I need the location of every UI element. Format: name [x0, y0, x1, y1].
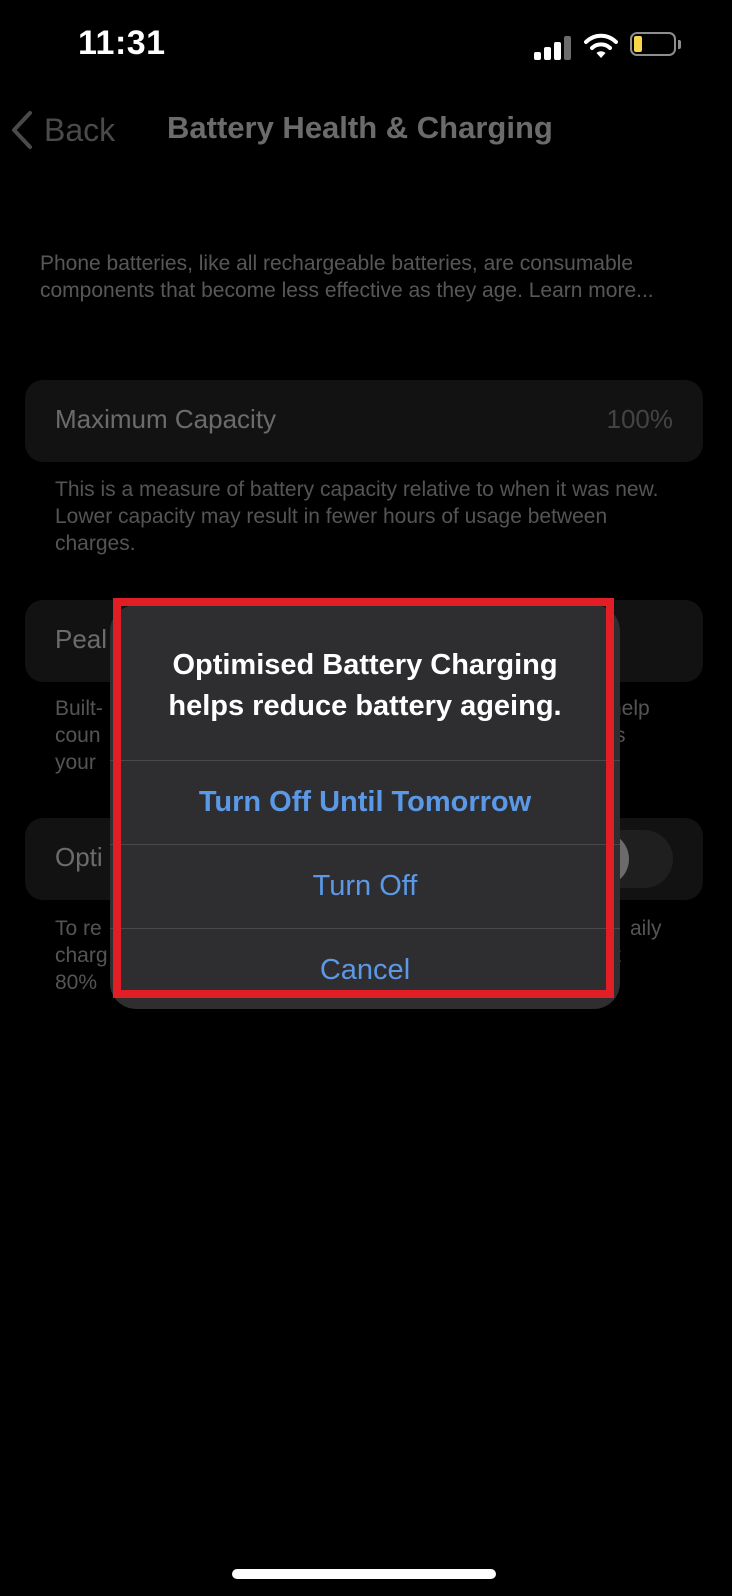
alert-title: Optimised Battery Charging helps reduce …	[168, 649, 562, 722]
back-button[interactable]: Back	[10, 108, 115, 152]
footnote-fragment: coun	[55, 724, 101, 747]
navigation-bar: Back Battery Health & Charging	[0, 100, 732, 160]
turn-off-button[interactable]: Turn Off	[110, 845, 620, 927]
turn-off-until-tomorrow-button[interactable]: Turn Off Until Tomorrow	[110, 761, 620, 843]
footnote-fragment: Built-	[55, 697, 103, 720]
maximum-capacity-footnote: This is a measure of battery capacity re…	[55, 478, 659, 555]
footnote-fragment: aily	[630, 917, 662, 940]
page-title: Battery Health & Charging	[167, 110, 553, 145]
cellular-signal-icon	[534, 36, 572, 60]
maximum-capacity-row: Maximum Capacity 100%	[25, 380, 703, 462]
cancel-button[interactable]: Cancel	[110, 929, 620, 1009]
optimised-charging-label: Opti	[55, 842, 103, 872]
battery-icon	[630, 32, 682, 58]
footnote-fragment: your	[55, 751, 96, 774]
home-indicator[interactable]	[232, 1569, 496, 1579]
status-time: 11:31	[78, 24, 166, 62]
maximum-capacity-label: Maximum Capacity	[55, 404, 277, 434]
intro-text: Phone batteries, like all rechargeable b…	[40, 252, 654, 302]
status-bar: 11:31	[0, 0, 732, 90]
footnote-fragment: charg	[55, 944, 108, 967]
maximum-capacity-value: 100%	[606, 404, 674, 434]
chevron-left-icon	[12, 111, 32, 149]
wifi-icon	[584, 33, 618, 58]
peak-performance-label: Peal	[55, 624, 108, 654]
alert-dialog: Optimised Battery Charging helps reduce …	[110, 605, 620, 1009]
footnote-fragment: 80%	[55, 971, 98, 994]
back-label: Back	[44, 111, 116, 148]
footnote-fragment: To re	[55, 917, 102, 940]
